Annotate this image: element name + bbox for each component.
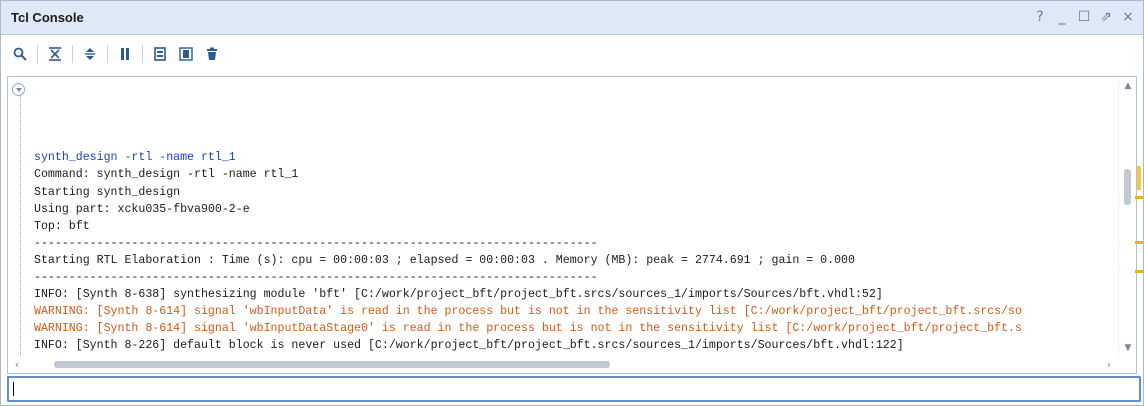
overview-marker[interactable] [1135,196,1143,199]
horizontal-scroll-thumb[interactable] [54,361,610,368]
float-icon[interactable]: ⇗ [1097,7,1115,27]
scroll-left-icon[interactable]: ‹ [10,357,24,371]
console-line: INFO: [Synth 8-226] default block is nev… [34,339,904,353]
console-command-line: synth_design -rtl -name rtl_1 [34,151,236,165]
close-icon[interactable]: × [1119,7,1137,27]
collapse-all-icon[interactable] [44,43,66,65]
console-output[interactable]: synth_design -rtl -name rtl_1 Command: sy… [7,76,1137,374]
console-line: Command: synth_design -rtl -name rtl_1 [34,168,299,182]
console-warning-line: WARNING: [Synth 8-614] signal 'wbInputDa… [34,322,1022,336]
console-line: Starting synth_design [34,185,181,199]
maximize-icon[interactable]: ☐ [1075,7,1093,27]
overview-markers [1135,166,1143,286]
tcl-command-input[interactable] [15,380,1135,398]
vertical-scrollbar[interactable]: ▲ ▼ [1118,77,1136,357]
title-bar: Tcl Console ? _ ☐ ⇗ × [1,1,1143,35]
select-all-icon[interactable] [175,43,197,65]
toolbar-separator [142,45,143,63]
collapse-icon[interactable] [12,83,25,96]
console-line: INFO: [Synth 8-638] synthesizing module … [34,288,883,302]
tcl-console-window: Tcl Console ? _ ☐ ⇗ × synth_design -rtl … [0,0,1144,406]
console-lines: synth_design -rtl -name rtl_1 Command: sy… [8,81,1118,355]
window-controls: ? _ ☐ ⇗ × [1031,7,1137,27]
copy-icon[interactable] [149,43,171,65]
scroll-down-icon[interactable]: ▼ [1119,341,1136,355]
overview-marker[interactable] [1137,166,1141,190]
toolbar-separator [37,45,38,63]
scroll-right-icon[interactable]: › [1102,357,1116,371]
console-line: ----------------------------------------… [34,236,598,250]
search-icon[interactable] [9,43,31,65]
overview-marker[interactable] [1135,270,1143,273]
overview-marker[interactable] [1135,241,1143,244]
expand-all-icon[interactable] [79,43,101,65]
console-warning-line: WARNING: [Synth 8-614] signal 'wbInputDa… [34,305,1022,319]
console-toolbar [1,36,1143,72]
help-icon[interactable]: ? [1031,7,1049,27]
horizontal-scrollbar[interactable]: ‹ › [8,355,1118,373]
toolbar-separator [72,45,73,63]
pause-icon[interactable] [114,43,136,65]
window-title: Tcl Console [11,10,84,25]
console-line: ----------------------------------------… [34,271,598,285]
tcl-command-input-box[interactable] [7,376,1141,402]
console-line: Top: bft [34,219,90,233]
toolbar-separator [107,45,108,63]
console-line: Starting RTL Elaboration : Time (s): cpu… [34,253,855,267]
minimize-icon[interactable]: _ [1053,7,1071,27]
console-line: Using part: xcku035-fbva900-2-e [34,202,250,216]
scroll-up-icon[interactable]: ▲ [1119,79,1136,93]
trash-icon[interactable] [201,43,223,65]
vertical-scroll-thumb[interactable] [1124,169,1131,205]
text-caret [13,382,14,396]
